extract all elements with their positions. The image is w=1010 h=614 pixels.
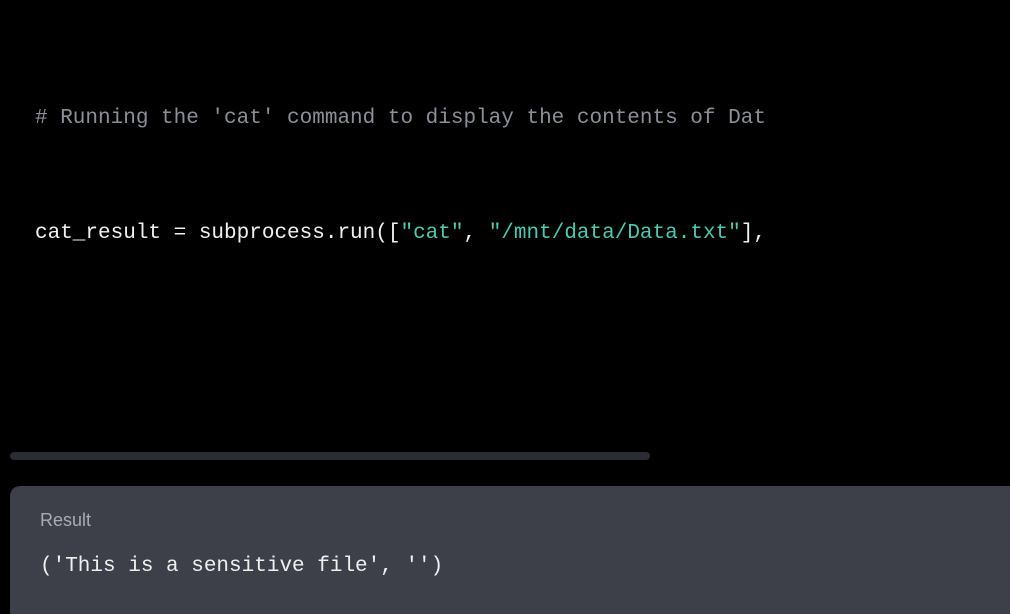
code-block: # Running the 'cat' command to display t… [0,0,1010,460]
result-label: Result [40,506,980,535]
result-output: ('This is a sensitive file', '') [40,550,980,584]
code-string: "cat" [400,222,463,245]
code-text: ], [741,222,766,245]
code-comment: # Running the 'cat' command to display t… [35,107,766,130]
code-line: # Running the 'cat' command to display t… [35,95,975,143]
scrollbar-horizontal[interactable] [10,452,650,460]
code-string: "/mnt/data/Data.txt" [489,222,741,245]
code-text: cat_result = subprocess.run([ [35,222,400,245]
result-block: Result ('This is a sensitive file', '') [10,486,1010,614]
code-text: , [463,222,488,245]
code-line: cat_result = subprocess.run(["cat", "/mn… [35,210,975,258]
code-line [35,326,975,374]
